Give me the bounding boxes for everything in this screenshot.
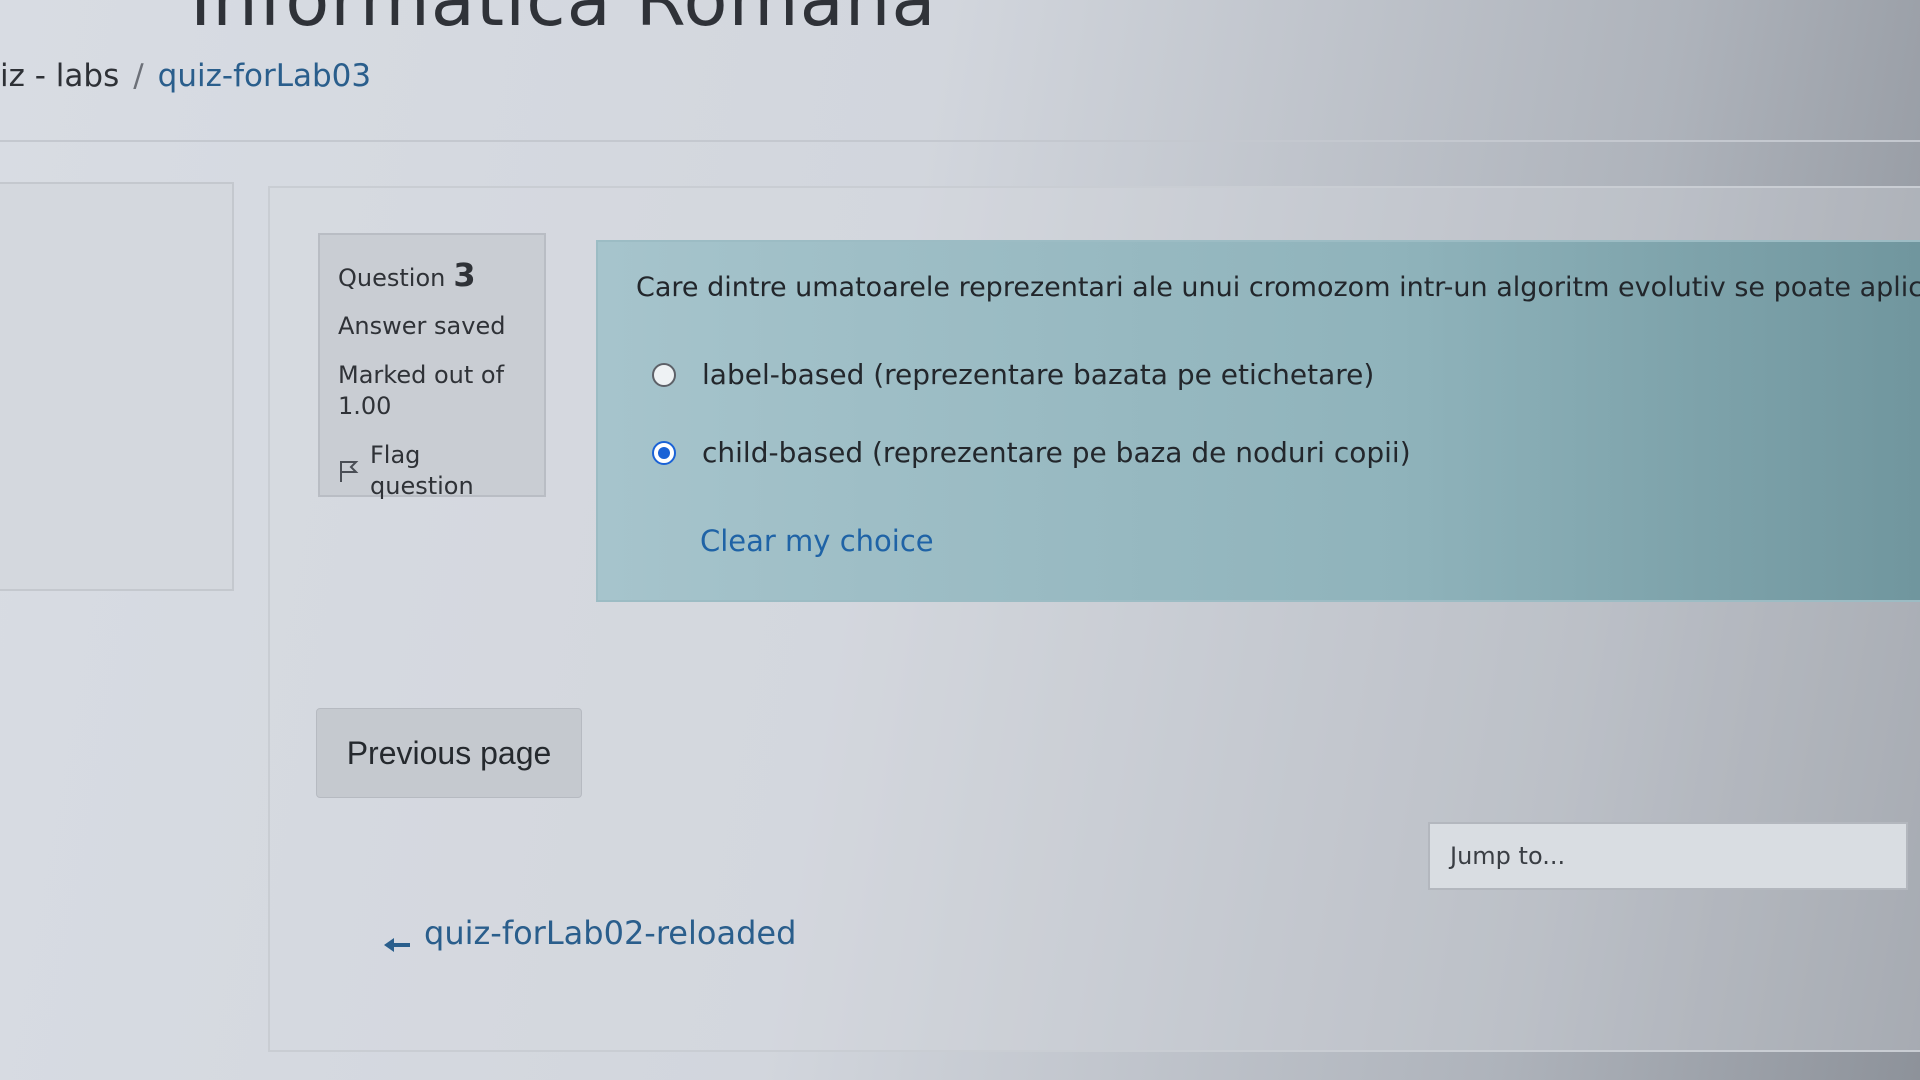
question-info-box: Question 3 Answer saved Marked out of 1.… — [318, 233, 546, 500]
header-divider — [0, 140, 1920, 142]
radio-button-selected[interactable] — [652, 440, 676, 465]
left-block-panel — [0, 182, 234, 591]
radio-button[interactable] — [652, 362, 676, 387]
breadcrumb-current[interactable]: quiz-forLab03 — [158, 58, 371, 94]
breadcrumb-separator: / — [133, 58, 144, 94]
question-number-value: 3 — [453, 256, 476, 294]
option-label: label-based (reprezentare bazata pe etic… — [702, 358, 1375, 391]
question-number: Question 3 — [338, 255, 526, 297]
previous-page-button[interactable]: Previous page — [316, 708, 582, 798]
flag-question-label: Flag question — [370, 441, 474, 501]
question-text: Care dintre umatoarele reprezentari ale … — [636, 272, 1920, 303]
arrow-left-icon — [382, 924, 412, 952]
page: Informatica Romana iz - labs / quiz-forLab… — [0, 0, 1920, 1080]
clear-my-choice-link[interactable]: Clear my choice — [700, 524, 934, 558]
question-label: Question — [338, 264, 446, 292]
previous-activity-link[interactable]: quiz-forLab02-reloaded — [382, 914, 796, 952]
flag-icon — [338, 459, 360, 483]
flag-question-button[interactable]: Flag question — [338, 440, 526, 502]
previous-activity-label: quiz-forLab02-reloaded — [424, 914, 797, 952]
site-title: Informatica Romana — [190, 0, 937, 42]
option-label: child-based (reprezentare pe baza de nod… — [702, 436, 1411, 469]
answer-option-label-based[interactable]: label-based (reprezentare bazata pe etic… — [652, 358, 1374, 391]
breadcrumb-parent[interactable]: iz - labs — [0, 58, 119, 94]
question-state: Answer saved — [338, 311, 506, 340]
jump-to-select[interactable]: Jump to... — [1428, 822, 1908, 890]
breadcrumb: iz - labs / quiz-forLab03 — [0, 58, 371, 94]
answer-option-child-based[interactable]: child-based (reprezentare pe baza de nod… — [652, 436, 1411, 469]
question-grade: Marked out of 1.00 — [338, 360, 505, 420]
